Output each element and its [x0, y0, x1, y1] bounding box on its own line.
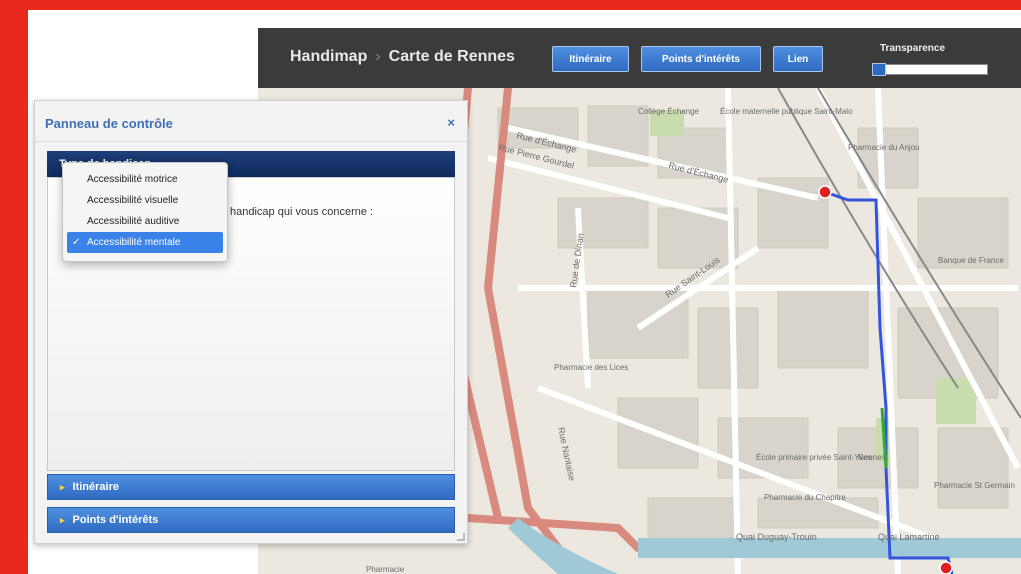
handicap-prompt: handicap qui vous concerne : — [230, 206, 374, 218]
transparency-slider-handle[interactable] — [872, 63, 886, 76]
map-label-banque: Banque de France — [938, 256, 1004, 265]
panel-title: Panneau de contrôle — [45, 116, 173, 131]
close-icon[interactable]: × — [447, 115, 455, 130]
screen: Rue d'Échange Rue Pierre Gourdel Rue d'É… — [28, 10, 1021, 574]
map-label-college: Collège Échange — [638, 107, 699, 116]
accordion-itineraire[interactable]: ▸ Itinéraire — [47, 474, 455, 500]
check-icon: ✓ — [72, 237, 81, 248]
accordion-itineraire-label: Itinéraire — [72, 481, 119, 493]
itineraire-button[interactable]: Itinéraire — [552, 46, 629, 72]
panel-divider — [35, 141, 467, 142]
map-label-ecole-mat: École maternelle publique Saint-Malo — [720, 107, 853, 116]
map-label-pharmacie-bottom: Pharmacie — [366, 565, 405, 574]
page-title: Handimap › Carte de Rennes — [290, 48, 515, 66]
dropdown-option-visuelle[interactable]: Accessibilité visuelle — [63, 190, 227, 211]
map-label-pharmacie-st-germain: Pharmacie St Germain — [934, 481, 1015, 490]
chevron-right-icon: ▸ — [60, 481, 65, 492]
map-label-quai-duguay: Quai Duguay-Trouin — [736, 532, 817, 542]
route-start-marker[interactable] — [818, 185, 832, 199]
transparency-label: Transparence — [880, 43, 946, 54]
map-label-rue-nantaise: Rue Nantaise — [556, 426, 577, 481]
header-bar: Handimap › Carte de Rennes Itinéraire Poin… — [258, 28, 1021, 88]
dropdown-option-mentale[interactable]: ✓ Accessibilité mentale — [67, 232, 223, 253]
dropdown-option-mentale-label: Accessibilité mentale — [87, 237, 181, 248]
resize-handle-icon[interactable] — [457, 533, 465, 541]
route-end-marker[interactable] — [939, 561, 953, 574]
map-label-pharmacie-chapitre: Pharmacie du Chapitre — [764, 493, 846, 502]
map-title: Carte de Rennes — [388, 48, 515, 65]
points-interets-button[interactable]: Points d'intérêts — [641, 46, 761, 72]
map-label-rennes: Rennes — [858, 453, 886, 462]
map-label-quai-lamartine: Quai Lamartine — [878, 532, 940, 542]
accordion-points-interets[interactable]: ▸ Points d'intérêts — [47, 507, 455, 533]
dropdown-option-auditive[interactable]: Accessibilité auditive — [63, 211, 227, 232]
map-label-pharmacie-lices: Pharmacie des Lices — [554, 363, 628, 372]
chevron-right-icon: ▸ — [60, 514, 65, 525]
breadcrumb-separator: › — [375, 48, 381, 65]
dropdown-option-motrice[interactable]: Accessibilité motrice — [63, 169, 227, 190]
handicap-type-dropdown[interactable]: Accessibilité motrice Accessibilité visu… — [62, 162, 228, 262]
app-name: Handimap — [290, 48, 368, 65]
map-label-ecole-prim: École primaire privée Saint-Yves — [756, 453, 872, 462]
transparency-slider[interactable] — [872, 63, 988, 76]
lien-button[interactable]: Lien — [773, 46, 823, 72]
accordion-points-interets-label: Points d'intérêts — [72, 514, 159, 526]
map-label-pharmacie-anjou: Pharmacie du Anjou — [848, 143, 920, 152]
